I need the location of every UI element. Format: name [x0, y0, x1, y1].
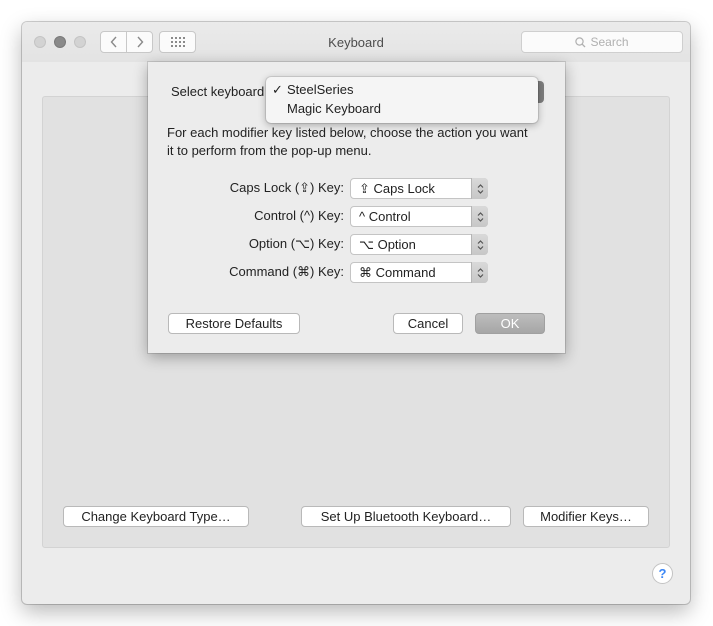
popup-value: ⌘ Command — [359, 265, 436, 280]
stepper-icon — [471, 262, 488, 283]
menu-item-label: Magic Keyboard — [287, 101, 381, 116]
caps-lock-key-label: Caps Lock (⇪) Key: — [229, 180, 344, 195]
title-bar: Keyboard Search — [22, 22, 690, 62]
select-keyboard-label: Select keyboard — [171, 84, 265, 99]
command-key-label: Command (⌘) Key: — [229, 264, 344, 279]
caps-lock-action-popup[interactable]: ⇪ Caps Lock — [350, 178, 488, 199]
modifier-description: For each modifier key listed below, choo… — [167, 125, 528, 158]
control-action-popup[interactable]: ^ Control — [350, 206, 488, 227]
setup-bluetooth-keyboard-button[interactable]: Set Up Bluetooth Keyboard… — [301, 506, 511, 527]
control-key-label: Control (^) Key: — [254, 208, 344, 223]
option-key-label: Option (⌥) Key: — [248, 236, 344, 251]
restore-defaults-button[interactable]: Restore Defaults — [168, 313, 300, 334]
modifier-keys-button[interactable]: Modifier Keys… — [523, 506, 649, 527]
search-placeholder: Search — [590, 35, 629, 49]
search-field[interactable]: Search — [521, 31, 683, 53]
change-keyboard-type-button[interactable]: Change Keyboard Type… — [63, 506, 249, 527]
cancel-button[interactable]: Cancel — [393, 313, 463, 334]
help-button[interactable]: ? — [652, 563, 673, 584]
menu-item-steelseries[interactable]: ✓ SteelSeries — [266, 82, 538, 100]
popup-value: ⇪ Caps Lock — [359, 181, 435, 196]
keyboard-dropdown-menu: ✓ SteelSeries Magic Keyboard — [266, 77, 538, 123]
menu-item-label: SteelSeries — [287, 82, 354, 97]
popup-value: ⌥ Option — [359, 237, 416, 252]
checkmark-icon: ✓ — [272, 82, 283, 97]
command-action-popup[interactable]: ⌘ Command — [350, 262, 488, 283]
search-icon — [575, 36, 586, 47]
stepper-icon — [471, 234, 488, 255]
ok-button[interactable]: OK — [475, 313, 545, 334]
modifier-keys-sheet: Select keyboard ✓ SteelSeries Magic Keyb… — [148, 62, 565, 353]
popup-value: ^ Control — [359, 209, 411, 224]
stepper-icon — [471, 178, 488, 199]
menu-item-magic-keyboard[interactable]: Magic Keyboard — [266, 101, 538, 119]
stepper-icon — [471, 206, 488, 227]
option-action-popup[interactable]: ⌥ Option — [350, 234, 488, 255]
